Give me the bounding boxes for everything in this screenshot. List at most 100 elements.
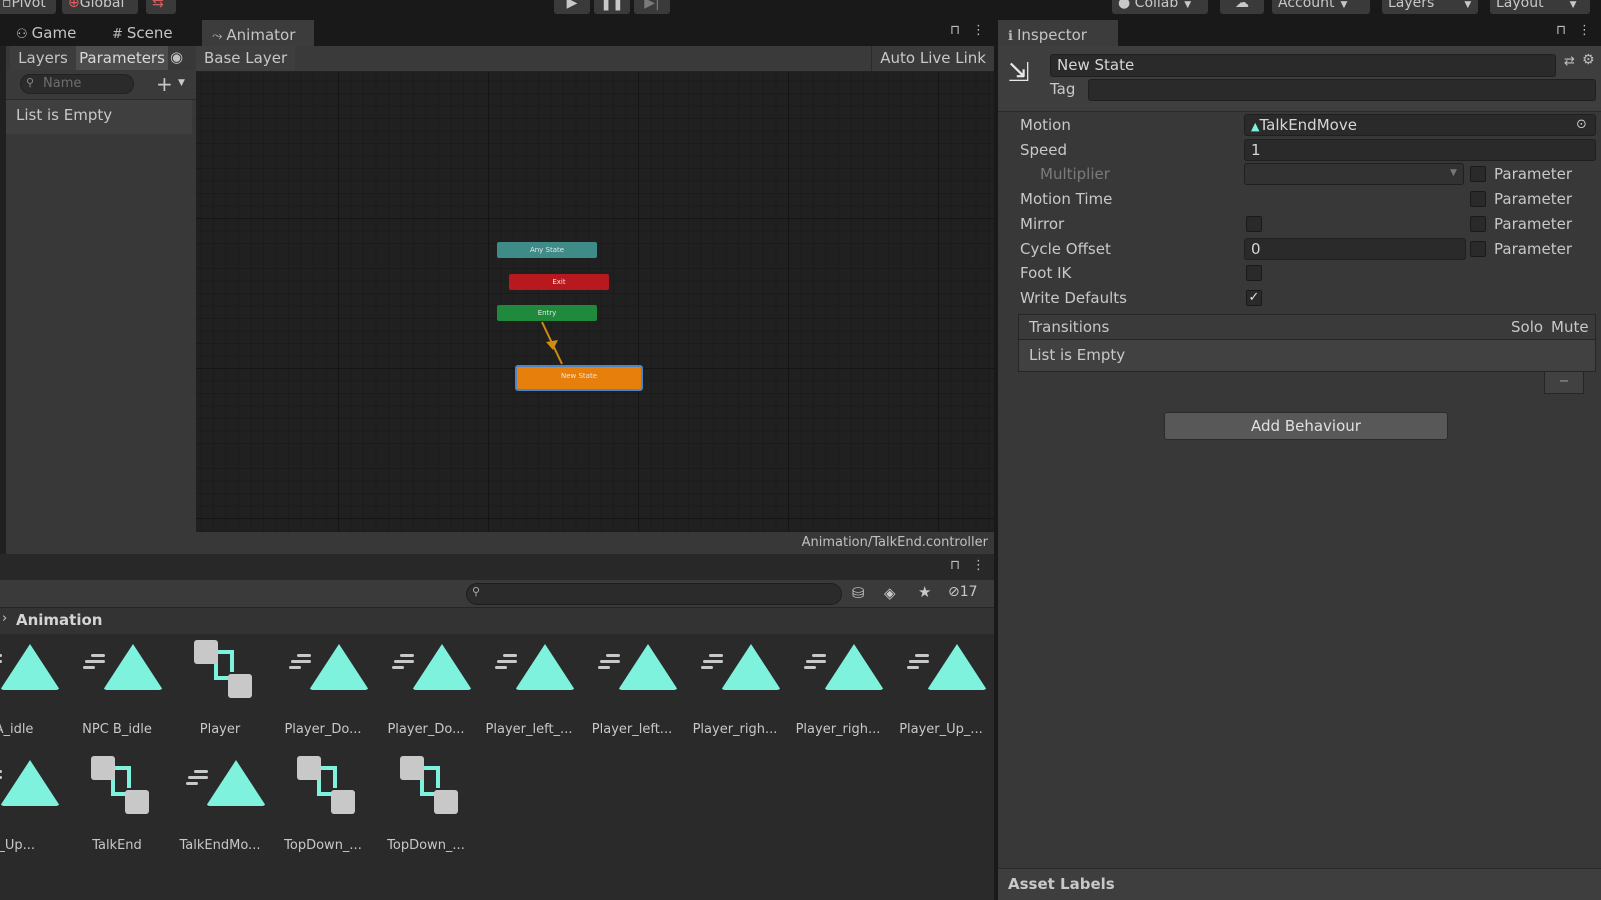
- speed-lines-icon: [495, 654, 517, 670]
- motion-time-parameter-checkbox[interactable]: [1470, 191, 1486, 207]
- pivot-toggle[interactable]: ▫Pivot: [0, 0, 56, 14]
- chevron-down-icon: ▼: [1340, 0, 1348, 10]
- kebab-menu-icon[interactable]: ⋮: [1578, 23, 1591, 38]
- animator-tabbar: ⚇ Game # Scene ⤳ Animator ⊓ ⋮: [0, 20, 994, 46]
- play-button[interactable]: ▶: [554, 0, 590, 14]
- cycle-offset-field[interactable]: 0: [1244, 238, 1466, 260]
- filter-by-type-icon[interactable]: ⛁: [852, 584, 865, 602]
- tab-game[interactable]: ⚇ Game: [6, 20, 86, 46]
- object-picker-icon[interactable]: ⊙: [1576, 117, 1587, 132]
- asset-item[interactable]: Player_Up_...: [893, 634, 989, 744]
- tab-scene[interactable]: # Scene: [102, 20, 183, 46]
- chevron-right-icon[interactable]: ›: [2, 611, 7, 626]
- add-behaviour-button[interactable]: Add Behaviour: [1164, 412, 1448, 440]
- global-toggle[interactable]: ⊕Global: [62, 0, 138, 14]
- layout-dropdown[interactable]: Layout ▼: [1490, 0, 1590, 14]
- breadcrumb[interactable]: Base Layer: [196, 46, 296, 71]
- asset-item[interactable]: r_Up...: [0, 750, 62, 860]
- asset-item[interactable]: Player_righ...: [790, 634, 886, 744]
- node-new-state[interactable]: New State: [515, 365, 643, 391]
- layers-label: Layers: [1388, 0, 1435, 11]
- mirror-parameter-checkbox[interactable]: [1470, 216, 1486, 232]
- kebab-menu-icon[interactable]: ⋮: [972, 23, 985, 38]
- account-dropdown[interactable]: Account ▼: [1272, 0, 1370, 14]
- folder-name[interactable]: Animation: [16, 611, 102, 629]
- write-defaults-checkbox[interactable]: ✓: [1246, 290, 1262, 306]
- asset-item[interactable]: Player: [172, 634, 268, 744]
- collab-dropdown[interactable]: ● Collab ▼: [1112, 0, 1208, 14]
- info-icon: ℹ: [1008, 29, 1013, 44]
- asset-item[interactable]: Player_righ...: [687, 634, 783, 744]
- folder-breadcrumb: › Animation: [0, 608, 994, 634]
- eye-icon[interactable]: ◉: [170, 48, 183, 66]
- speed-field[interactable]: 1: [1244, 139, 1596, 161]
- node-exit[interactable]: Exit: [509, 274, 609, 290]
- asset-label: A_idle: [0, 722, 34, 737]
- lock-icon[interactable]: ⊓: [950, 23, 960, 38]
- cloud-button[interactable]: ☁: [1220, 0, 1264, 14]
- step-button[interactable]: ▶|: [634, 0, 670, 14]
- animator-graph[interactable]: Any State Exit Entry New State: [196, 72, 994, 532]
- parameter-label-text: Parameter: [1494, 165, 1573, 183]
- asset-item[interactable]: TalkEndMo...: [172, 750, 268, 860]
- asset-item[interactable]: Player_Do...: [378, 634, 474, 744]
- mirror-checkbox[interactable]: [1246, 216, 1262, 232]
- tab-parameters[interactable]: Parameters: [76, 46, 168, 70]
- asset-item[interactable]: A_idle: [0, 634, 62, 744]
- asset-item[interactable]: Player_Do...: [275, 634, 371, 744]
- search-placeholder: Name: [43, 76, 82, 91]
- asset-item[interactable]: Player_left...: [584, 634, 680, 744]
- tab-inspector[interactable]: ℹ Inspector: [998, 20, 1118, 46]
- motion-time-label: Motion Time: [1020, 190, 1112, 208]
- cloud-icon: ☁: [1235, 0, 1249, 11]
- chevron-down-icon[interactable]: ▼: [178, 78, 185, 88]
- asset-labels-text: Asset Labels: [1008, 875, 1115, 893]
- asset-item[interactable]: TopDown_...: [275, 750, 371, 860]
- layers-dropdown[interactable]: Layers ▼: [1382, 0, 1478, 14]
- param-search-input[interactable]: Name: [20, 74, 134, 94]
- tag-field[interactable]: [1088, 79, 1596, 101]
- solo-label: Solo: [1511, 318, 1543, 336]
- project-search-input[interactable]: [466, 583, 842, 605]
- star-icon[interactable]: ★: [918, 583, 931, 601]
- preset-icon[interactable]: ⇄: [1564, 54, 1575, 69]
- chevron-down-icon: ▼: [1569, 0, 1577, 10]
- animator-controller-icon: [91, 756, 153, 818]
- gamepad-icon: ⚇: [16, 27, 28, 42]
- asset-labels-bar[interactable]: Asset Labels: [998, 868, 1601, 900]
- tab-animator[interactable]: ⤳ Animator: [202, 20, 314, 46]
- tab-layers[interactable]: Layers: [10, 46, 76, 70]
- solo-label-text: Solo: [1511, 318, 1544, 336]
- asset-label: Player_Do...: [387, 722, 465, 737]
- foot-ik-checkbox[interactable]: [1246, 265, 1262, 281]
- pause-button[interactable]: ❚❚: [594, 0, 630, 14]
- asset-item[interactable]: Player_left_...: [481, 634, 577, 744]
- lock-icon[interactable]: ⊓: [950, 558, 960, 573]
- asset-label: Player_left...: [591, 722, 673, 737]
- node-entry[interactable]: Entry: [497, 305, 597, 321]
- controller-path-label: Animation/TalkEnd.controller: [801, 535, 988, 550]
- multiplier-parameter-checkbox[interactable]: [1470, 166, 1486, 182]
- gear-icon[interactable]: ⚙: [1582, 52, 1595, 68]
- snap-icon[interactable]: ⇆: [146, 0, 176, 14]
- label-tag-icon[interactable]: ◈: [884, 584, 896, 602]
- multiplier-label: Multiplier: [1040, 165, 1110, 183]
- add-parameter-button[interactable]: +: [156, 72, 173, 96]
- asset-item[interactable]: TopDown_...: [378, 750, 474, 860]
- cycle-offset-parameter-checkbox[interactable]: [1470, 241, 1486, 257]
- motion-field[interactable]: ▲TalkEndMove: [1244, 114, 1596, 136]
- hidden-packages-toggle[interactable]: ⊘17: [948, 584, 978, 600]
- asset-label: Player_Up_...: [899, 722, 983, 737]
- remove-transition-button[interactable]: −: [1544, 372, 1584, 394]
- kebab-menu-icon[interactable]: ⋮: [972, 558, 985, 573]
- auto-live-link-button[interactable]: Auto Live Link: [871, 46, 994, 71]
- asset-item[interactable]: TalkEnd: [69, 750, 165, 860]
- asset-label: NPC B_idle: [82, 722, 152, 737]
- node-any-state[interactable]: Any State: [497, 242, 597, 258]
- lock-icon[interactable]: ⊓: [1556, 23, 1566, 38]
- speed-lines-icon: [289, 654, 311, 670]
- state-name-field[interactable]: New State: [1050, 54, 1556, 77]
- asset-item[interactable]: NPC B_idle: [69, 634, 165, 744]
- motion-label: Motion: [1020, 116, 1071, 134]
- transition-arrow[interactable]: [536, 320, 576, 370]
